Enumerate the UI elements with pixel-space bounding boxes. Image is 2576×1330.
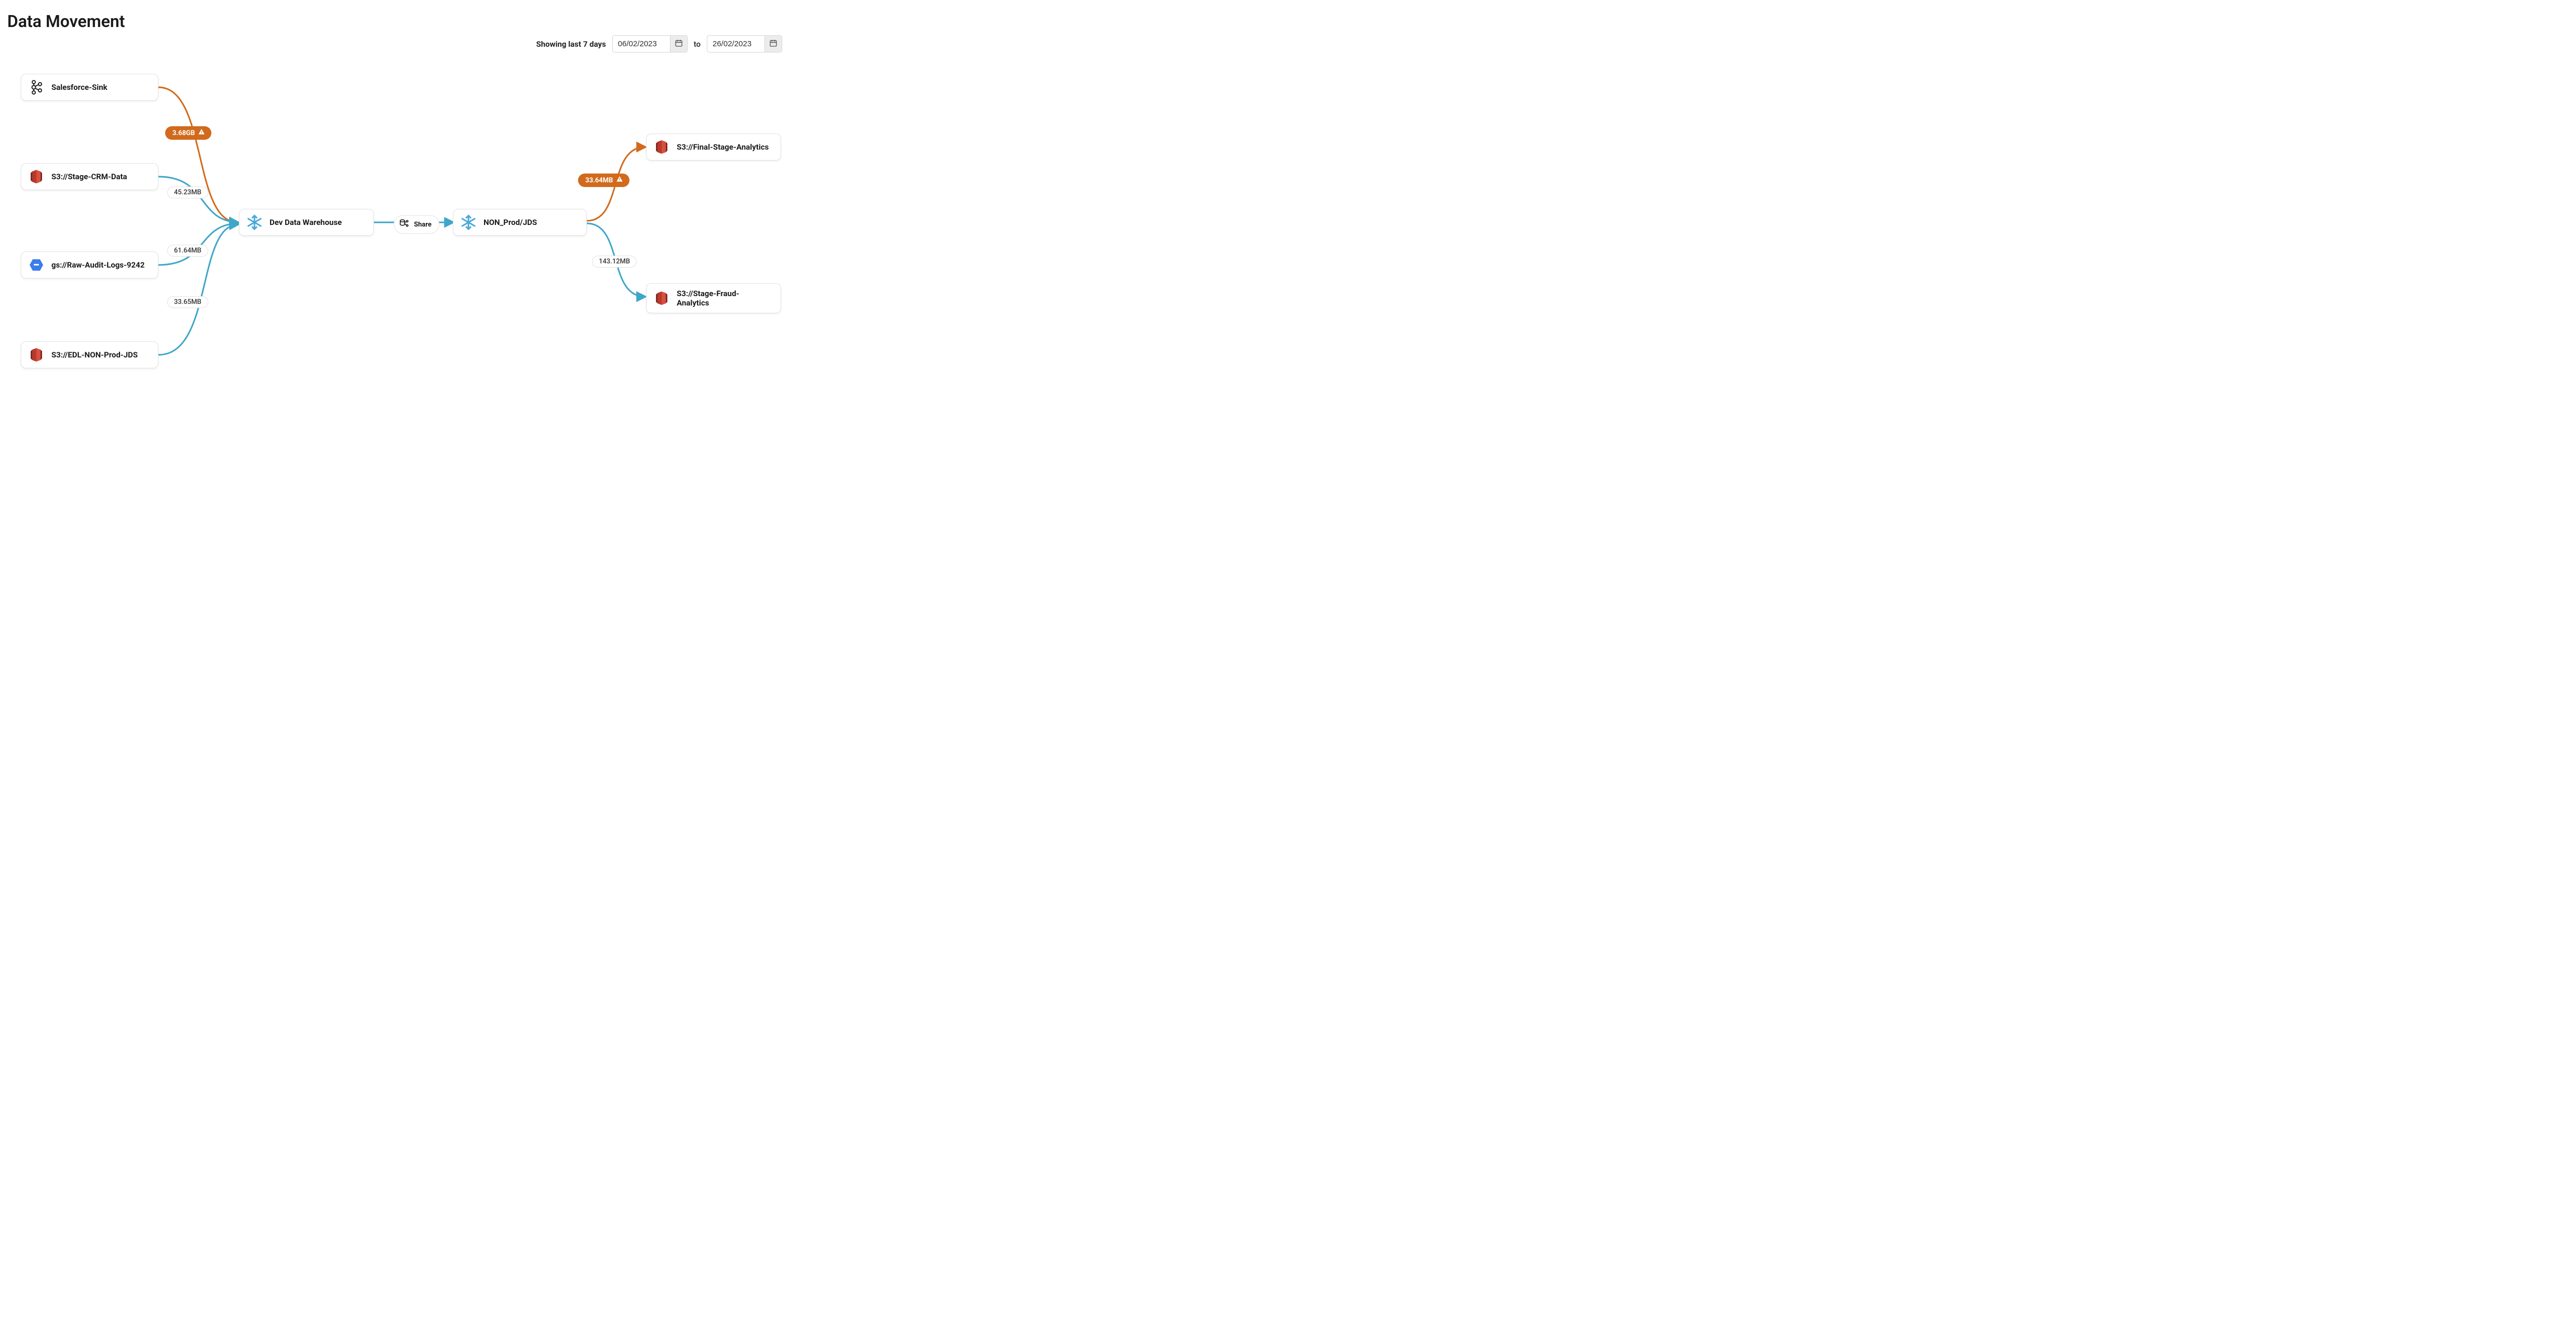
showing-last-label: Showing last 7 days	[536, 39, 606, 49]
aws-s3-icon	[654, 290, 669, 306]
kafka-icon	[29, 79, 44, 95]
date-to-field	[707, 35, 782, 52]
date-to-input[interactable]	[707, 36, 764, 51]
node-stage-crm-data[interactable]: S3://Stage-CRM-Data	[21, 163, 158, 190]
date-range-bar: Showing last 7 days to	[536, 35, 782, 52]
edge-audit-to-dw	[158, 223, 238, 265]
edge-label-edl[interactable]: 33.65MB	[167, 296, 208, 308]
aws-s3-icon	[654, 139, 669, 155]
snowflake-icon	[461, 215, 476, 230]
date-from-picker-button[interactable]	[670, 36, 687, 52]
edge-salesforce-to-dw	[158, 87, 238, 222]
edge-label-final-warn[interactable]: 33.64MB	[578, 174, 629, 187]
node-salesforce-sink[interactable]: Salesforce-Sink	[21, 74, 158, 101]
edge-label-text: 33.64MB	[585, 177, 613, 184]
calendar-icon	[675, 39, 683, 49]
node-label: S3://Stage-Fraud-Analytics	[677, 289, 770, 308]
node-label: S3://EDL-NON-Prod-JDS	[51, 350, 138, 360]
edge-label-text: 143.12MB	[599, 258, 630, 265]
edge-label-text: 61.64MB	[174, 247, 202, 255]
date-to-label: to	[694, 39, 701, 49]
edge-label-salesforce-warn[interactable]: 3.68GB	[165, 126, 211, 140]
edge-label-text: 45.23MB	[174, 189, 202, 196]
snowflake-icon	[247, 215, 262, 230]
edge-label-audit[interactable]: 61.64MB	[167, 245, 208, 257]
date-from-input[interactable]	[613, 36, 670, 51]
edge-edl-to-dw	[158, 224, 238, 355]
edge-label-crm[interactable]: 45.23MB	[167, 187, 208, 198]
node-label: S3://Final-Stage-Analytics	[677, 142, 769, 152]
date-to-picker-button[interactable]	[764, 36, 782, 52]
node-non-prod-jds[interactable]: NON_Prod/JDS	[453, 209, 587, 236]
date-from-field	[612, 35, 688, 52]
node-dev-data-warehouse[interactable]: Dev Data Warehouse	[239, 209, 374, 236]
warning-icon	[616, 176, 623, 185]
node-final-stage-analytics[interactable]: S3://Final-Stage-Analytics	[646, 134, 781, 161]
aws-s3-icon	[29, 169, 44, 184]
node-raw-audit-logs[interactable]: gs://Raw-Audit-Logs-9242	[21, 251, 158, 278]
edge-crm-to-dw	[158, 177, 238, 222]
node-label: gs://Raw-Audit-Logs-9242	[51, 260, 144, 270]
page-title: Data Movement	[7, 11, 125, 31]
edge-label-fraud[interactable]: 143.12MB	[592, 256, 637, 268]
share-pill[interactable]: Share	[394, 215, 439, 234]
calendar-icon	[769, 39, 777, 49]
node-label: S3://Stage-CRM-Data	[51, 172, 127, 181]
share-icon	[399, 218, 410, 231]
node-label: Dev Data Warehouse	[270, 218, 342, 227]
aws-s3-icon	[29, 347, 44, 363]
edge-label-text: 3.68GB	[172, 129, 195, 137]
share-label: Share	[414, 221, 432, 229]
warning-icon	[198, 128, 205, 138]
node-stage-fraud-analytics[interactable]: S3://Stage-Fraud-Analytics	[646, 283, 781, 313]
node-edl-non-prod-jds[interactable]: S3://EDL-NON-Prod-JDS	[21, 341, 158, 368]
flow-canvas: Salesforce-Sink S3://Stage-CRM-Data gs:/…	[0, 57, 789, 400]
edge-label-text: 33.65MB	[174, 298, 202, 306]
node-label: Salesforce-Sink	[51, 83, 108, 92]
node-label: NON_Prod/JDS	[484, 218, 537, 227]
gcp-storage-icon	[29, 257, 44, 273]
